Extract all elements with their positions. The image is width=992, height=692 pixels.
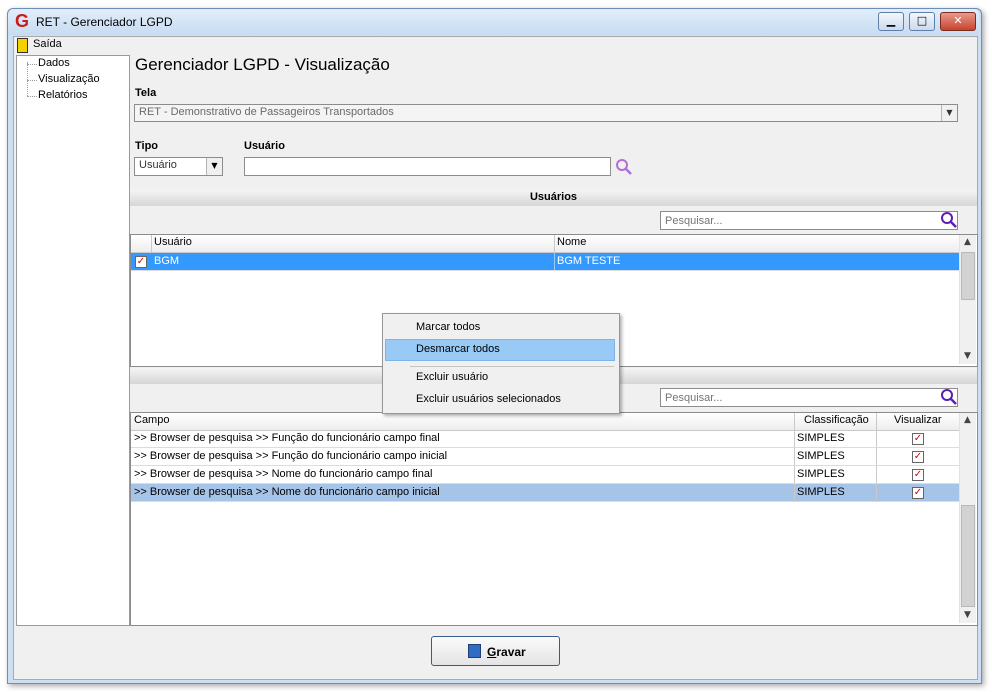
dropdown-arrow-icon[interactable]: ▼	[941, 105, 957, 121]
save-button-label: Gravar	[487, 645, 526, 659]
name-cell: BGM TESTE	[557, 255, 621, 267]
search-icon[interactable]	[615, 158, 633, 176]
checkbox-icon[interactable]: ✓	[135, 256, 147, 268]
campo-cell: >> Browser de pesquisa >> Nome do funcio…	[134, 468, 433, 480]
save-label-rest: ravar	[496, 645, 526, 659]
column-header-visualizar[interactable]: Visualizar	[894, 414, 942, 426]
tipo-label: Tipo	[135, 140, 159, 152]
search-icon[interactable]	[940, 211, 958, 229]
window-title: RET - Gerenciador LGPD	[36, 15, 173, 29]
tree-item-dados[interactable]: Dados	[38, 57, 70, 69]
menu-item-excluir-usuario[interactable]: Excluir usuário	[416, 371, 488, 383]
campo-cell: >> Browser de pesquisa >> Função do func…	[134, 432, 440, 444]
column-divider	[554, 253, 555, 270]
scroll-thumb[interactable]	[961, 252, 975, 300]
fields-search-input[interactable]	[660, 388, 958, 407]
page-title: Gerenciador LGPD - Visualização	[135, 55, 390, 74]
close-button[interactable]: ✕	[940, 12, 976, 31]
column-divider	[554, 235, 555, 253]
campo-cell: >> Browser de pesquisa >> Nome do funcio…	[134, 486, 440, 498]
checkbox-icon[interactable]: ✓	[912, 487, 924, 499]
tree-connector	[27, 80, 37, 81]
tree-item-visualizacao[interactable]: Visualização	[38, 73, 100, 85]
scroll-up-icon[interactable]: ▲	[960, 237, 975, 247]
menu-separator	[410, 366, 614, 367]
menu-bar	[14, 37, 975, 53]
checkbox-icon[interactable]: ✓	[912, 469, 924, 481]
usuario-label: Usuário	[244, 140, 285, 152]
tela-value: RET - Demonstrativo de Passageiros Trans…	[139, 106, 394, 118]
column-header-nome[interactable]: Nome	[557, 236, 586, 248]
save-disk-icon	[468, 644, 481, 658]
scroll-down-icon[interactable]: ▼	[960, 610, 975, 620]
column-divider	[794, 484, 795, 502]
tipo-value: Usuário	[139, 159, 177, 171]
classificacao-cell: SIMPLES	[797, 486, 845, 498]
navigation-tree	[16, 55, 130, 626]
save-hotkey: G	[487, 645, 497, 659]
column-header-campo[interactable]: Campo	[134, 414, 169, 426]
app-logo-icon: G	[15, 11, 30, 31]
search-icon[interactable]	[940, 388, 958, 406]
tela-label: Tela	[135, 87, 157, 99]
minimize-button[interactable]: ▁	[878, 12, 904, 31]
classificacao-cell: SIMPLES	[797, 432, 845, 444]
column-divider	[876, 484, 877, 502]
checkbox-icon[interactable]: ✓	[912, 451, 924, 463]
column-header-usuario[interactable]: Usuário	[154, 236, 192, 248]
scroll-thumb[interactable]	[961, 505, 975, 607]
scroll-down-icon[interactable]: ▼	[960, 351, 975, 361]
usuario-input[interactable]	[244, 157, 611, 176]
tree-item-relatorios[interactable]: Relatórios	[38, 89, 88, 101]
exit-menu-item[interactable]: Saída	[33, 38, 62, 50]
classificacao-cell: SIMPLES	[797, 468, 845, 480]
users-search-input[interactable]	[660, 211, 958, 230]
scroll-up-icon[interactable]: ▲	[960, 415, 975, 425]
exit-door-icon[interactable]	[17, 38, 28, 53]
column-divider	[151, 235, 152, 253]
campo-cell: >> Browser de pesquisa >> Função do func…	[134, 450, 448, 462]
users-grid-header	[131, 235, 959, 253]
menu-item-desmarcar-todos[interactable]: Desmarcar todos	[416, 343, 500, 355]
tela-select[interactable]: RET - Demonstrativo de Passageiros Trans…	[134, 104, 958, 122]
maximize-button[interactable]: □	[909, 12, 935, 31]
dropdown-arrow-icon[interactable]: ▼	[206, 158, 222, 175]
column-header-classificacao[interactable]: Classificação	[804, 414, 869, 426]
checkbox-icon[interactable]: ✓	[912, 433, 924, 445]
classificacao-cell: SIMPLES	[797, 450, 845, 462]
users-section-header: Usuários	[130, 190, 977, 206]
menu-item-excluir-selecionados[interactable]: Excluir usuários selecionados	[416, 393, 561, 405]
user-cell: BGM	[154, 255, 180, 267]
tree-connector	[27, 96, 37, 97]
tree-connector	[27, 62, 29, 96]
table-row[interactable]	[131, 253, 959, 271]
tree-connector	[27, 64, 37, 65]
menu-item-marcar-todos[interactable]: Marcar todos	[416, 321, 480, 333]
